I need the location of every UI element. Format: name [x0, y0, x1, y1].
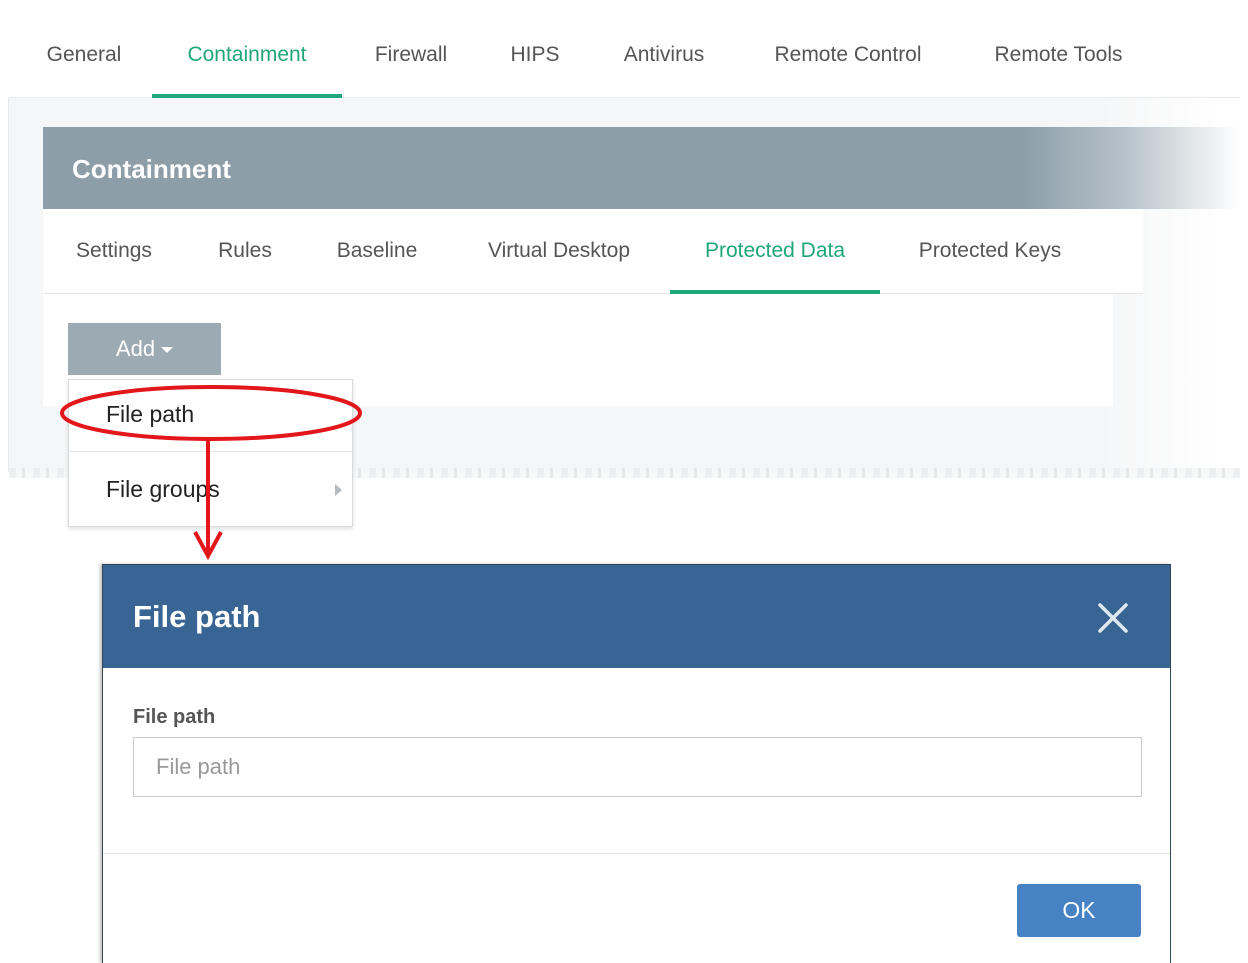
subtab-settings[interactable]: Settings: [71, 209, 157, 294]
subtab-protected-keys[interactable]: Protected Keys: [911, 209, 1069, 294]
dialog-body: File path: [103, 668, 1170, 854]
pointer-arrow-head: [193, 531, 223, 561]
sub-tab-bar: Settings Rules Baseline Virtual Desktop …: [43, 209, 1143, 294]
file-path-dialog: File path File path OK: [102, 564, 1171, 963]
tab-containment[interactable]: Containment: [152, 6, 342, 98]
file-path-label: File path: [133, 706, 216, 728]
close-icon[interactable]: [1096, 601, 1130, 635]
dialog-title: File path: [133, 599, 261, 634]
tab-firewall[interactable]: Firewall: [370, 6, 452, 98]
ok-button[interactable]: OK: [1017, 884, 1141, 937]
subtab-protected-data[interactable]: Protected Data: [670, 209, 880, 294]
menu-item-label: File path: [106, 401, 195, 427]
subtab-baseline[interactable]: Baseline: [332, 209, 422, 294]
section-title: Containment: [72, 154, 231, 184]
tab-general[interactable]: General: [44, 6, 124, 98]
tab-remote-control[interactable]: Remote Control: [766, 6, 930, 98]
main-tab-bar: General Containment Firewall HIPS Antivi…: [8, 6, 1240, 98]
add-dropdown-menu: File path File groups: [68, 379, 353, 527]
section-header: Containment: [43, 127, 1240, 209]
subtab-virtual-desktop[interactable]: Virtual Desktop: [479, 209, 639, 294]
caret-right-icon: [335, 484, 342, 496]
dialog-header: File path: [103, 565, 1170, 668]
caret-down-icon: [161, 347, 174, 354]
tab-remote-tools[interactable]: Remote Tools: [986, 6, 1131, 98]
tab-hips[interactable]: HIPS: [507, 6, 563, 98]
menu-item-label: File groups: [106, 476, 220, 502]
file-path-input[interactable]: [133, 737, 1142, 797]
menu-item-file-path[interactable]: File path: [69, 380, 352, 452]
add-button-label: Add: [115, 336, 156, 361]
tab-antivirus[interactable]: Antivirus: [617, 6, 711, 98]
subtab-rules[interactable]: Rules: [215, 209, 275, 294]
menu-item-file-groups[interactable]: File groups: [69, 455, 352, 527]
add-button[interactable]: Add: [68, 323, 221, 375]
